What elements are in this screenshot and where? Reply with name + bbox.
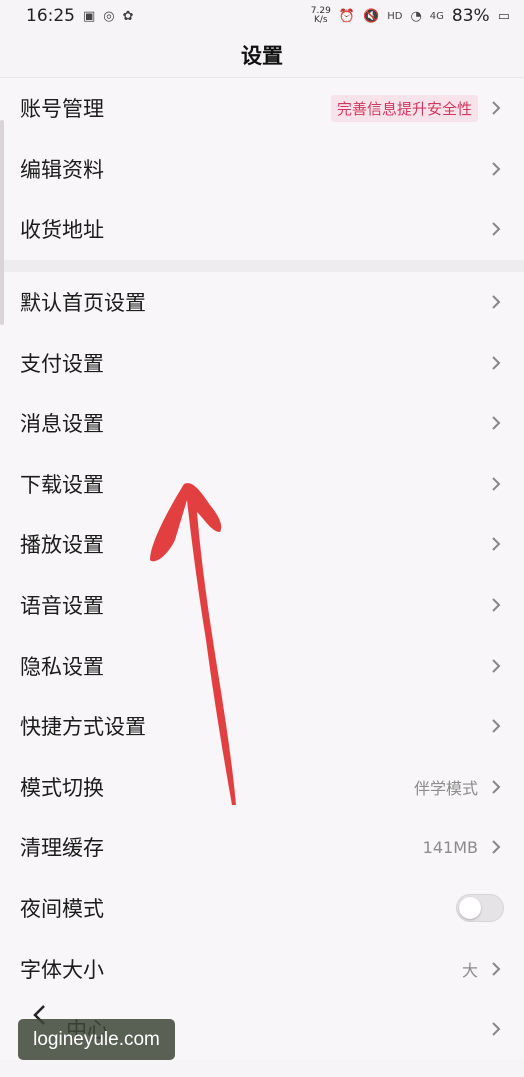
group-divider (0, 259, 524, 272)
row-playback[interactable]: 播放设置 (0, 514, 524, 575)
chevron-right-icon (488, 654, 504, 678)
row-default-home[interactable]: 默认首页设置 (0, 272, 524, 333)
hd-label: HD (387, 10, 403, 22)
row-label: 消息设置 (20, 412, 104, 437)
chevron-right-icon (488, 290, 504, 314)
row-edit-profile[interactable]: 编辑资料 (0, 139, 524, 200)
account-group: 账号管理 完善信息提升安全性 编辑资料 收货地址 (0, 78, 524, 260)
row-privacy[interactable]: 隐私设置 (0, 635, 524, 696)
row-account-management[interactable]: 账号管理 完善信息提升安全性 (0, 78, 524, 139)
row-label: 收货地址 (20, 218, 104, 243)
chevron-right-icon (488, 157, 504, 181)
alarm-icon: ⏰ (338, 8, 356, 24)
row-value: 伴学模式 (413, 778, 478, 798)
chevron-right-icon (488, 472, 504, 496)
chevron-right-icon (488, 835, 504, 859)
watermark: logineyule.com (18, 1019, 175, 1060)
row-label: 清理缓存 (20, 836, 104, 861)
signal-4g: 4G (429, 10, 444, 22)
security-badge[interactable]: 完善信息提升安全性 (330, 94, 478, 122)
chevron-right-icon (488, 411, 504, 435)
row-font-size[interactable]: 字体大小 大 (0, 938, 524, 999)
row-label: 下载设置 (20, 472, 104, 497)
row-night-mode: 夜间模式 (0, 878, 524, 939)
chevron-right-icon (488, 96, 504, 120)
chevron-right-icon (488, 1017, 504, 1041)
gallery-icon: ▣ (83, 8, 96, 24)
chevron-right-icon (488, 775, 504, 799)
status-time: 16:25 (26, 6, 75, 26)
row-label: 隐私设置 (20, 654, 104, 679)
row-download[interactable]: 下载设置 (0, 454, 524, 515)
row-label: 夜间模式 (20, 897, 104, 922)
toggle-knob (459, 897, 481, 920)
row-label: 字体大小 (20, 957, 104, 982)
settings-group: 默认首页设置 支付设置 消息设置 下载设置 播放设置 语音设置 隐私设置 快捷方… (0, 271, 524, 1060)
mute-icon: 🔇 (363, 8, 380, 24)
wifi-icon: ◔ (410, 8, 422, 24)
row-label: 支付设置 (20, 351, 104, 376)
row-label: 快捷方式设置 (20, 715, 146, 740)
net-speed: 7.29 K/s (310, 6, 331, 25)
row-value: 141MB (422, 837, 478, 857)
chevron-right-icon (488, 351, 504, 375)
chevron-right-icon (488, 217, 504, 241)
chevron-right-icon (488, 714, 504, 738)
row-label: 模式切换 (20, 775, 104, 800)
row-message[interactable]: 消息设置 (0, 393, 524, 454)
row-shipping-address[interactable]: 收货地址 (0, 199, 524, 260)
battery-icon: ▭ (497, 8, 510, 24)
row-voice[interactable]: 语音设置 (0, 575, 524, 636)
paw-icon: ✿ (122, 8, 134, 24)
row-label: 默认首页设置 (20, 291, 146, 316)
row-label: 语音设置 (20, 594, 104, 619)
battery-level: 83% (451, 6, 490, 26)
row-shortcut[interactable]: 快捷方式设置 (0, 696, 524, 757)
row-label: 播放设置 (20, 533, 104, 558)
settings-circle-icon: ◎ (103, 8, 115, 24)
edge-handle[interactable] (0, 120, 4, 325)
row-value: 大 (461, 960, 478, 980)
night-mode-toggle[interactable] (456, 894, 504, 923)
row-clear-cache[interactable]: 清理缓存 141MB (0, 817, 524, 878)
chevron-right-icon (488, 957, 504, 981)
status-bar: 16:25 ▣ ◎ ✿ 7.29 K/s ⏰ 🔇 HD ◔ 4G 83% ▭ (0, 0, 524, 32)
row-mode-switch[interactable]: 模式切换 伴学模式 (0, 757, 524, 818)
row-payment[interactable]: 支付设置 (0, 332, 524, 393)
row-label: 账号管理 (20, 97, 104, 122)
chevron-right-icon (488, 532, 504, 556)
row-label: 编辑资料 (20, 157, 104, 182)
page-title: 设置 (0, 32, 524, 78)
chevron-right-icon (488, 593, 504, 617)
